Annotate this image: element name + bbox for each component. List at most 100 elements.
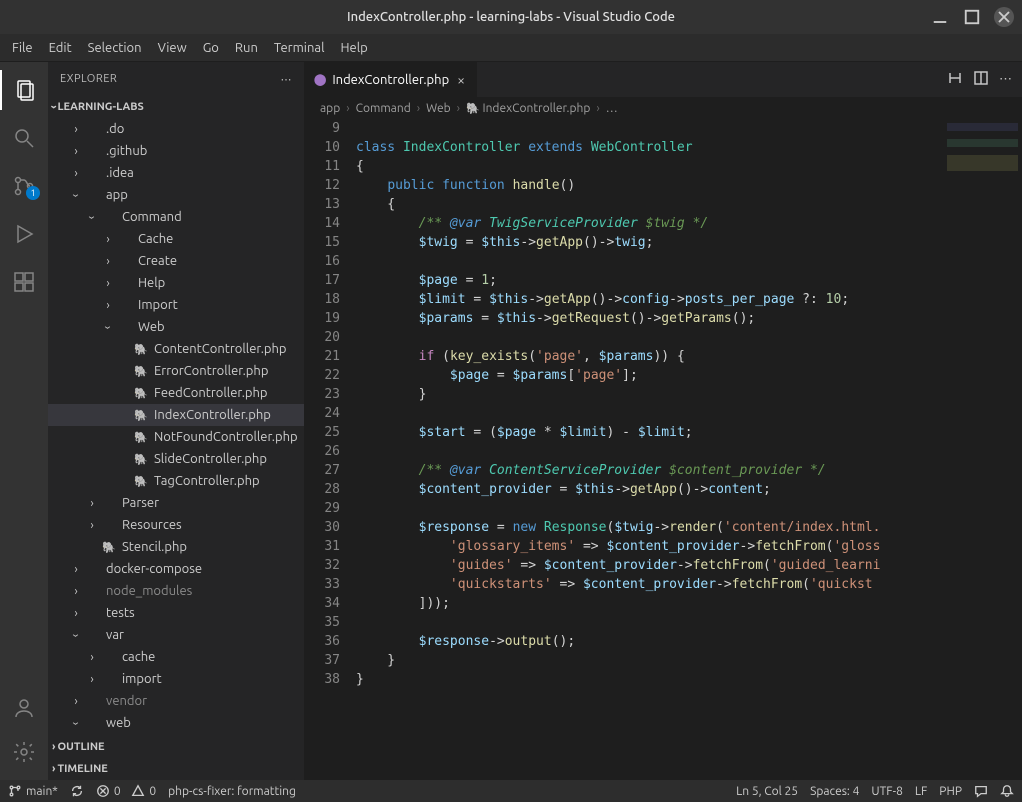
close-tab-icon[interactable]: ×	[455, 72, 467, 88]
sidebar-title: EXPLORER	[60, 73, 117, 85]
menu-run[interactable]: Run	[227, 37, 266, 59]
language-mode[interactable]: PHP	[939, 785, 962, 798]
project-section-header[interactable]: LEARNING-LABS	[48, 96, 304, 118]
file-feedcontroller.php[interactable]: 🐘FeedController.php	[48, 382, 304, 404]
folder-create[interactable]: Create	[48, 250, 304, 272]
file-stencil.php[interactable]: 🐘Stencil.php	[48, 536, 304, 558]
formatter-status[interactable]: php-cs-fixer: formatting	[168, 785, 296, 798]
editor-more-icon[interactable]: ⋯	[999, 72, 1012, 87]
menu-file[interactable]: File	[4, 37, 41, 59]
folder-var[interactable]: var	[48, 624, 304, 646]
chevron-right-icon	[52, 763, 55, 775]
chevron-icon	[100, 255, 116, 268]
chevron-icon	[84, 651, 100, 664]
extensions-icon[interactable]	[0, 262, 48, 302]
maximize-button[interactable]	[962, 7, 982, 27]
folder-import[interactable]: Import	[48, 294, 304, 316]
folder-node_modules[interactable]: node_modules	[48, 580, 304, 602]
file-slidecontroller.php[interactable]: 🐘SlideController.php	[48, 448, 304, 470]
sidebar-header: EXPLORER ⋯	[48, 62, 304, 96]
menu-selection[interactable]: Selection	[80, 37, 150, 59]
chevron-icon	[84, 497, 100, 510]
folder-command[interactable]: Command	[48, 206, 304, 228]
compare-icon[interactable]	[947, 70, 963, 89]
menu-view[interactable]: View	[150, 37, 195, 59]
folder-.github[interactable]: .github	[48, 140, 304, 162]
chevron-icon	[100, 299, 116, 312]
source-control-icon[interactable]: 1	[0, 166, 48, 206]
notifications-icon[interactable]	[1000, 784, 1014, 798]
file-tagcontroller.php[interactable]: 🐘TagController.php	[48, 470, 304, 492]
breadcrumb-item[interactable]: Command	[356, 102, 411, 115]
breadcrumb-item[interactable]: 🐘 IndexController.php	[466, 102, 590, 115]
chevron-icon	[68, 563, 84, 576]
chevron-icon	[68, 607, 84, 620]
file-tree: .do.github.ideaappCommandCacheCreateHelp…	[48, 118, 304, 736]
chevron-down-icon	[52, 101, 55, 113]
breadcrumb-item[interactable]: app	[320, 102, 340, 115]
php-file-icon: 🐘	[132, 343, 150, 356]
folder-web[interactable]: Web	[48, 316, 304, 338]
close-button[interactable]	[994, 7, 1014, 27]
file-indexcontroller.php[interactable]: 🐘IndexController.php	[48, 404, 304, 426]
folder-resources[interactable]: Resources	[48, 514, 304, 536]
chevron-icon	[84, 673, 100, 686]
tab-bar: ⬤ IndexController.php × ⋯	[304, 62, 1022, 97]
search-icon[interactable]	[0, 118, 48, 158]
menu-terminal[interactable]: Terminal	[266, 37, 333, 59]
feedback-icon[interactable]	[974, 784, 988, 798]
chevron-icon	[68, 189, 84, 202]
sidebar: EXPLORER ⋯ LEARNING-LABS .do.github.idea…	[48, 62, 304, 780]
file-contentcontroller.php[interactable]: 🐘ContentController.php	[48, 338, 304, 360]
folder-cache[interactable]: cache	[48, 646, 304, 668]
split-editor-icon[interactable]	[973, 70, 989, 89]
editor-area: ⬤ IndexController.php × ⋯ app›Command›We…	[304, 62, 1022, 780]
eol[interactable]: LF	[915, 785, 927, 798]
folder-tests[interactable]: tests	[48, 602, 304, 624]
php-file-icon: ⬤	[314, 73, 326, 86]
timeline-section-header[interactable]: TIMELINE	[48, 758, 304, 780]
sync-icon[interactable]	[70, 784, 84, 798]
folder-vendor[interactable]: vendor	[48, 690, 304, 712]
problems[interactable]: 0 0	[96, 784, 156, 798]
settings-icon[interactable]	[0, 732, 48, 772]
folder-docker-compose[interactable]: docker-compose	[48, 558, 304, 580]
file-notfoundcontroller.php[interactable]: 🐘NotFoundController.php	[48, 426, 304, 448]
folder-cache[interactable]: Cache	[48, 228, 304, 250]
breadcrumb[interactable]: app›Command›Web›🐘 IndexController.php›…	[304, 97, 1022, 119]
php-file-icon: 🐘	[100, 541, 118, 554]
status-bar: main* 0 0 php-cs-fixer: formatting Ln 5,…	[0, 780, 1022, 802]
minimize-button[interactable]	[930, 7, 950, 27]
accounts-icon[interactable]	[0, 688, 48, 728]
breadcrumb-item[interactable]: …	[606, 102, 618, 115]
run-debug-icon[interactable]	[0, 214, 48, 254]
cursor-position[interactable]: Ln 5, Col 25	[736, 785, 798, 798]
folder-app[interactable]: app	[48, 184, 304, 206]
folder-parser[interactable]: Parser	[48, 492, 304, 514]
folder-.idea[interactable]: .idea	[48, 162, 304, 184]
menu-bar: FileEditSelectionViewGoRunTerminalHelp	[0, 34, 1022, 62]
folder-web[interactable]: web	[48, 712, 304, 734]
indent[interactable]: Spaces: 4	[810, 785, 859, 798]
tab-label: IndexController.php	[332, 73, 449, 87]
git-branch[interactable]: main*	[8, 784, 58, 798]
menu-edit[interactable]: Edit	[41, 37, 80, 59]
code-editor[interactable]: class IndexController extends WebControl…	[356, 119, 942, 780]
menu-go[interactable]: Go	[195, 37, 227, 59]
breadcrumb-item[interactable]: Web	[426, 102, 451, 115]
encoding[interactable]: UTF-8	[871, 785, 902, 798]
explorer-icon[interactable]	[0, 70, 48, 110]
window-title: IndexController.php - learning-labs - Vi…	[347, 10, 675, 24]
chevron-icon	[68, 585, 84, 598]
php-file-icon: 🐘	[132, 409, 150, 422]
php-file-icon: 🐘	[132, 475, 150, 488]
outline-section-header[interactable]: OUTLINE	[48, 736, 304, 758]
folder-help[interactable]: Help	[48, 272, 304, 294]
more-icon[interactable]: ⋯	[281, 73, 293, 86]
folder-import[interactable]: import	[48, 668, 304, 690]
folder-.do[interactable]: .do	[48, 118, 304, 140]
file-errorcontroller.php[interactable]: 🐘ErrorController.php	[48, 360, 304, 382]
minimap[interactable]	[942, 119, 1022, 780]
menu-help[interactable]: Help	[332, 37, 375, 59]
tab-indexcontroller[interactable]: ⬤ IndexController.php ×	[304, 62, 478, 97]
